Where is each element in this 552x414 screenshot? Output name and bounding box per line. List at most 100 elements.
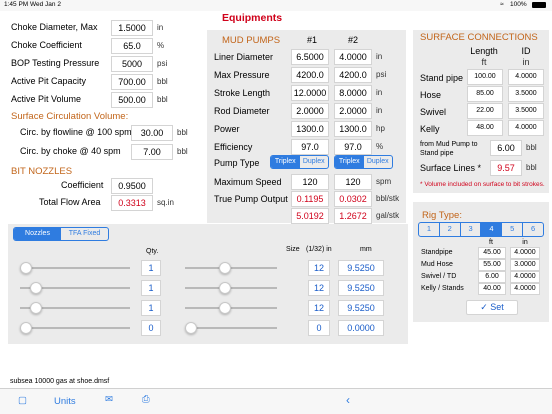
choke-coefficient-label: Choke Coefficient bbox=[11, 40, 82, 50]
max-pressure-1[interactable]: 4200.0 bbox=[291, 67, 329, 83]
liner-diameter-unit: in bbox=[376, 52, 383, 61]
hose-label: Hose bbox=[420, 90, 442, 100]
rod-diameter-2[interactable]: 2.0000 bbox=[334, 103, 372, 119]
status-date: Wed Jan 2 bbox=[30, 1, 61, 8]
qty-slider-knob[interactable] bbox=[20, 322, 32, 334]
qty-field[interactable]: 1 bbox=[141, 260, 161, 276]
tpo-bbl-2: 0.0302 bbox=[334, 191, 372, 207]
total-flow-area-value: 0.3313 bbox=[111, 195, 153, 211]
kelly-length[interactable]: 48.00 bbox=[467, 120, 503, 136]
rig-type-option-2[interactable]: 2 bbox=[440, 223, 461, 236]
pit-capacity-field[interactable]: 700.00 bbox=[111, 74, 153, 90]
size-field[interactable]: 12 bbox=[308, 300, 330, 316]
size-field[interactable]: 12 bbox=[308, 260, 330, 276]
hose-id[interactable]: 3.5000 bbox=[508, 86, 544, 102]
power-label: Power bbox=[214, 124, 240, 134]
choke-coefficient-field[interactable]: 65.0 bbox=[111, 38, 153, 54]
mm-field[interactable]: 0.0000 bbox=[338, 320, 384, 336]
size-slider-knob[interactable] bbox=[218, 282, 231, 294]
from-mud-pump-unit: bbl bbox=[526, 143, 537, 152]
hose-length[interactable]: 85.00 bbox=[467, 86, 503, 102]
total-flow-area-label: Total Flow Area bbox=[39, 197, 101, 207]
max-speed-2[interactable]: 120 bbox=[334, 174, 372, 190]
surface-lines-label: Surface Lines * bbox=[420, 163, 482, 173]
pit-volume-field[interactable]: 500.00 bbox=[111, 92, 153, 108]
max-speed-1[interactable]: 120 bbox=[291, 174, 329, 190]
coefficient-field[interactable]: 0.9500 bbox=[111, 178, 153, 194]
stroke-length-2[interactable]: 8.0000 bbox=[334, 85, 372, 101]
efficiency-2[interactable]: 97.0 bbox=[334, 139, 372, 155]
rig-type-option-1[interactable]: 1 bbox=[419, 223, 440, 236]
file-name: subsea 10000 gas at shoe.dmsf bbox=[10, 378, 110, 385]
bop-pressure-field[interactable]: 5000 bbox=[111, 56, 153, 72]
pump-2-duplex-option[interactable]: Duplex bbox=[364, 156, 393, 168]
pump-1-duplex-option[interactable]: Duplex bbox=[300, 156, 329, 168]
qty-field[interactable]: 1 bbox=[141, 300, 161, 316]
rig-type-option-6[interactable]: 6 bbox=[523, 223, 543, 236]
mail-icon[interactable]: ✉ bbox=[105, 394, 113, 405]
max-pressure-2[interactable]: 4200.0 bbox=[334, 67, 372, 83]
back-chevron-icon[interactable]: ‹ bbox=[346, 393, 350, 407]
size-slider-knob[interactable] bbox=[218, 262, 231, 274]
tab-nozzles[interactable]: Nozzles bbox=[14, 228, 61, 240]
rig-type-option-3[interactable]: 3 bbox=[461, 223, 482, 236]
id-header: ID bbox=[521, 46, 531, 56]
stroke-length-1[interactable]: 12.0000 bbox=[291, 85, 329, 101]
size-field[interactable]: 0 bbox=[308, 320, 330, 336]
rig-standpipe-label: Standpipe bbox=[421, 249, 453, 256]
circ-flowline-field[interactable]: 30.00 bbox=[131, 125, 173, 141]
tpo-bbl-1: 0.1195 bbox=[291, 191, 329, 207]
circ-flowline-label: Circ. by flowline @ 100 spm bbox=[20, 127, 132, 137]
choke-diameter-field[interactable]: 1.5000 bbox=[111, 20, 153, 36]
stand-pipe-length[interactable]: 100.00 bbox=[467, 69, 503, 85]
stand-pipe-id[interactable]: 4.0000 bbox=[508, 69, 544, 85]
total-flow-area-unit: sq.in bbox=[157, 198, 174, 207]
max-speed-label: Maximum Speed bbox=[214, 177, 282, 187]
kelly-id[interactable]: 4.0000 bbox=[508, 120, 544, 136]
rig-type-option-5[interactable]: 5 bbox=[502, 223, 524, 236]
rig-kelly-in: 4.0000 bbox=[510, 283, 540, 295]
pump-1-triplex-option[interactable]: Triplex bbox=[271, 156, 300, 168]
liner-diameter-2[interactable]: 4.0000 bbox=[334, 49, 372, 65]
folder-icon[interactable]: ▢ bbox=[18, 395, 27, 406]
qty-slider-knob[interactable] bbox=[29, 302, 42, 314]
size-slider-knob[interactable] bbox=[218, 302, 231, 314]
pump-2-header: #2 bbox=[347, 35, 358, 45]
liner-diameter-label: Liner Diameter bbox=[214, 52, 274, 62]
swivel-id[interactable]: 3.5000 bbox=[508, 103, 544, 119]
qty-slider-knob[interactable] bbox=[20, 262, 32, 274]
qty-field[interactable]: 0 bbox=[141, 320, 161, 336]
mm-field[interactable]: 9.5250 bbox=[338, 280, 384, 296]
size-field[interactable]: 12 bbox=[308, 280, 330, 296]
rig-kelly-ft: 40.00 bbox=[478, 283, 506, 295]
rig-standpipe-in: 4.0000 bbox=[510, 247, 540, 259]
swivel-length[interactable]: 22.00 bbox=[467, 103, 503, 119]
efficiency-1[interactable]: 97.0 bbox=[291, 139, 329, 155]
mm-field[interactable]: 9.5250 bbox=[338, 260, 384, 276]
units-button[interactable]: Units bbox=[54, 396, 76, 407]
mud-pumps-title: MUD PUMPS bbox=[222, 35, 281, 46]
circ-choke-field[interactable]: 7.00 bbox=[131, 144, 173, 160]
rig-type-option-4[interactable]: 4 bbox=[481, 223, 503, 236]
liner-diameter-1[interactable]: 6.5000 bbox=[291, 49, 329, 65]
from-mud-pump-field[interactable]: 6.00 bbox=[490, 140, 522, 156]
power-2[interactable]: 1300.0 bbox=[334, 121, 372, 137]
set-button[interactable]: ✓ Set bbox=[466, 300, 518, 315]
pump-2-triplex-option[interactable]: Triplex bbox=[335, 156, 364, 168]
choke-diameter-label: Choke Diameter, Max bbox=[11, 22, 98, 32]
rod-diameter-1[interactable]: 2.0000 bbox=[291, 103, 329, 119]
size-slider-knob[interactable] bbox=[185, 322, 197, 334]
qty-field[interactable]: 1 bbox=[141, 280, 161, 296]
tab-tfa-fixed[interactable]: TFA Fixed bbox=[61, 228, 108, 240]
rod-diameter-label: Rod Diameter bbox=[214, 106, 270, 116]
print-icon[interactable]: ⎙ bbox=[142, 394, 150, 405]
qty-slider-knob[interactable] bbox=[29, 282, 42, 294]
mm-field[interactable]: 9.5250 bbox=[338, 300, 384, 316]
rig-kelly-label: Kelly / Stands bbox=[421, 285, 464, 292]
battery-icon bbox=[532, 2, 546, 8]
battery-percent: 100% bbox=[510, 1, 527, 8]
power-1[interactable]: 1300.0 bbox=[291, 121, 329, 137]
tpo-bbl-unit: bbl/stk bbox=[376, 194, 400, 203]
rig-standpipe-ft: 45.00 bbox=[478, 247, 506, 259]
length-header: Length bbox=[470, 46, 498, 56]
